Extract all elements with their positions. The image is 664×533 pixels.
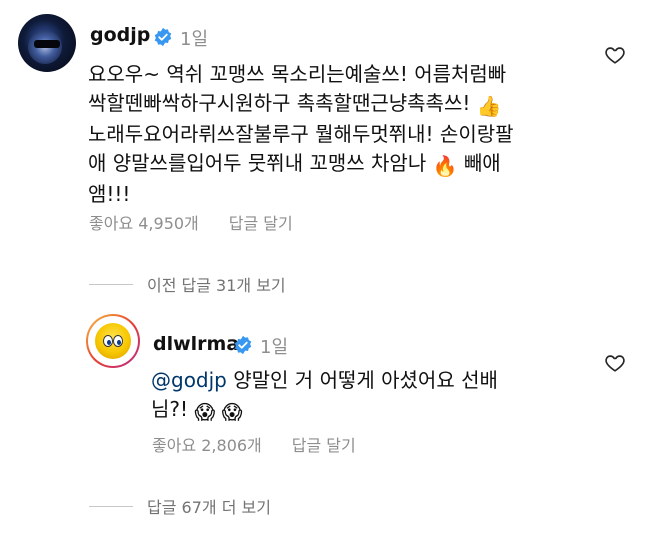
comment-line-tail: 빼애: [463, 150, 501, 175]
comment-text: 요오우~ 역쉬 꼬맹쓰 목소리는예술쓰! 어름처럼빠 싹할뗀빠싹하구시원하구 촉…: [88, 60, 514, 209]
comment-line: 싹할뗀빠싹하구시원하구 촉촉할땐근냥촉촉쓰! 👍: [88, 89, 514, 121]
comment-time: 1일: [180, 29, 209, 50]
comment-line-text: 애 양말쓰를입어두 뭇쮜내 꼬맹쓰 차암나: [88, 150, 427, 175]
reply-text: @godjp 양말인 거 어떻게 아셨어요 선배 님?! 😱 😱: [151, 366, 498, 426]
likes-count[interactable]: 좋아요 4,950개: [89, 214, 199, 233]
avatar-eye: [113, 335, 123, 347]
mention-link[interactable]: @godjp: [151, 368, 227, 392]
comment-meta: 좋아요 4,950개 답글 달기: [89, 210, 323, 234]
view-replies-link[interactable]: 이전 답글 31개 보기: [89, 272, 286, 296]
likes-count[interactable]: 좋아요 2,806개: [152, 436, 262, 455]
avatar-eye: [103, 335, 113, 347]
reply-meta: 좋아요 2,806개 답글 달기: [152, 432, 386, 456]
comment-line-text: 싹할뗀빠싹하구시원하구 촉촉할땐근냥촉촉쓰!: [88, 90, 471, 115]
reply-line: @godjp 양말인 거 어떻게 아셨어요 선배: [151, 366, 498, 395]
reply-username[interactable]: dlwlrma: [153, 333, 239, 355]
reply-line-text: 님?!: [151, 396, 189, 421]
tweety-avatar-image: [95, 323, 131, 359]
heart-icon[interactable]: [604, 44, 626, 66]
reply-time: 1일: [260, 337, 289, 358]
thread-line: [89, 283, 133, 285]
comment-line: 노래두요어라뤼쓰잘불루구 뭘해두멋쮜내! 손이랑팔: [88, 122, 514, 146]
avatar-sunglasses: [34, 40, 60, 48]
comment-line: 애 양말쓰를입어두 뭇쮜내 꼬맹쓰 차암나 🔥 빼애: [88, 149, 514, 181]
more-replies-link[interactable]: 답글 67개 더 보기: [89, 494, 271, 518]
thread-line: [89, 505, 133, 507]
avatar-dlwlrma[interactable]: [86, 314, 140, 368]
reply-button[interactable]: 답글 달기: [292, 436, 356, 455]
comment-line: 앰!!!: [88, 182, 131, 206]
comment-line: 요오우~ 역쉬 꼬맹쓰 목소리는예술쓰! 어름처럼빠: [88, 62, 507, 86]
reply-button[interactable]: 답글 달기: [229, 214, 293, 233]
view-replies-label: 이전 답글 31개 보기: [147, 276, 286, 295]
comment-username[interactable]: godjp: [90, 24, 150, 46]
scream-emoji: 😱 😱: [194, 399, 243, 424]
verified-badge-icon: [234, 335, 252, 355]
fire-emoji: 🔥: [432, 153, 458, 178]
verified-badge-icon: [154, 27, 172, 47]
avatar-inner: [88, 316, 138, 366]
more-replies-label: 답글 67개 더 보기: [147, 498, 271, 517]
thumbs-up-emoji: 👍: [476, 93, 502, 118]
heart-icon[interactable]: [604, 352, 626, 374]
reply-line: 님?! 😱 😱: [151, 395, 498, 427]
avatar-godjp[interactable]: [18, 14, 76, 72]
reply-line-text: 양말인 거 어떻게 아셨어요 선배: [233, 368, 498, 392]
